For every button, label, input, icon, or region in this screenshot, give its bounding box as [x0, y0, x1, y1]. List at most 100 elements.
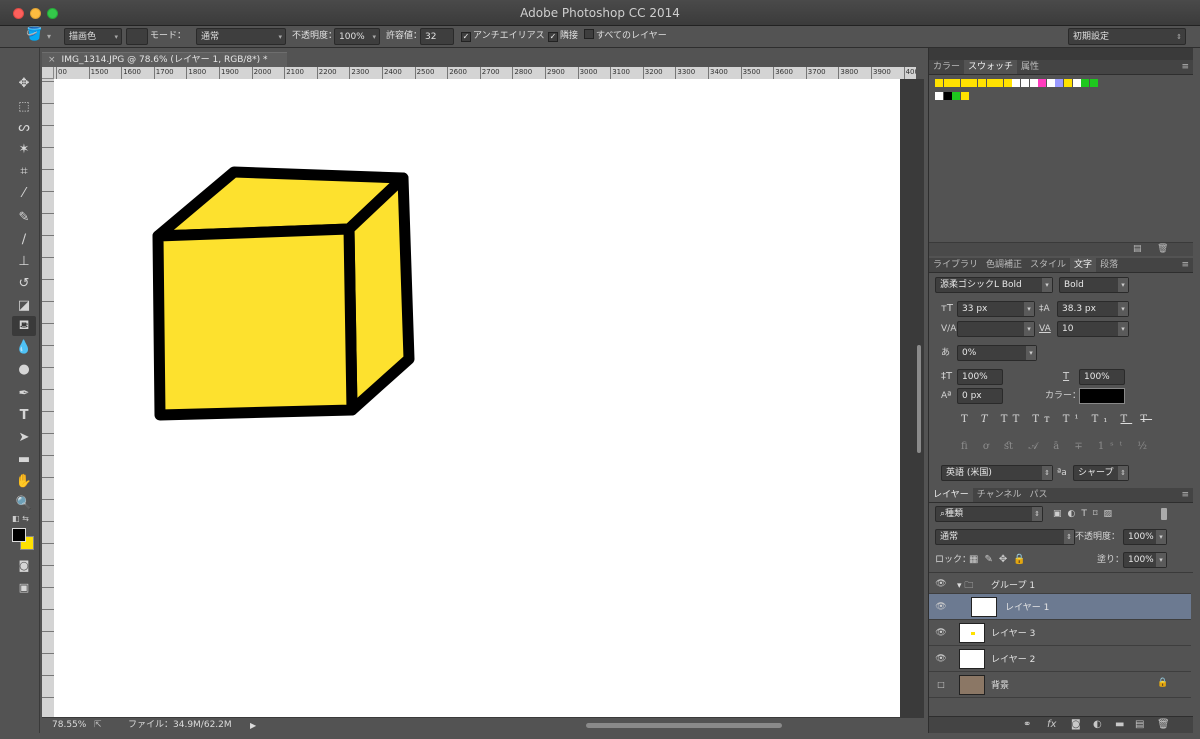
color-swatch[interactable]: [952, 79, 961, 87]
color-swatch[interactable]: [1029, 79, 1038, 87]
visibility-eye-icon[interactable]: 👁: [935, 627, 947, 639]
ruler-origin[interactable]: [42, 67, 54, 79]
link-layers-icon[interactable]: ⚭: [1023, 719, 1031, 730]
marquee-tool-icon[interactable]: ⬚: [12, 96, 36, 116]
visibility-eye-icon[interactable]: 👁: [935, 653, 947, 665]
foreground-color-swatch[interactable]: [12, 528, 26, 542]
color-swatch[interactable]: [1072, 79, 1081, 87]
opentype-feature-buttons[interactable]: ﬁ ơ ﬆ 𝒜 ā ∓ 1ˢᵗ ½: [961, 439, 1153, 455]
tracking-field[interactable]: 10 ▾: [1057, 321, 1129, 337]
color-swatch[interactable]: [1003, 79, 1012, 87]
tab-channels[interactable]: チャンネル: [973, 488, 1026, 502]
rectangle-tool-icon[interactable]: ▬: [12, 450, 36, 470]
layer-style-icon[interactable]: fx: [1047, 719, 1056, 730]
tab-character[interactable]: 文字: [1070, 258, 1097, 272]
layer-opacity-field[interactable]: 100% ▾: [1123, 529, 1167, 545]
tsume-field[interactable]: 0% ▾: [957, 345, 1037, 361]
tab-paths[interactable]: パス: [1025, 488, 1051, 502]
adjustment-layer-icon[interactable]: ◐: [1093, 719, 1102, 730]
kerning-field[interactable]: ▾: [957, 321, 1035, 337]
mode-select[interactable]: 通常 ▾: [196, 28, 286, 45]
color-swatch[interactable]: [1081, 79, 1090, 87]
color-swatch[interactable]: [978, 79, 986, 87]
fill-source-select[interactable]: 描画色 ▾: [64, 28, 122, 45]
color-swatch[interactable]: [1046, 79, 1055, 87]
new-swatch-icon[interactable]: ▤: [1133, 244, 1142, 254]
blend-mode-select[interactable]: 通常 ⇕: [935, 529, 1075, 545]
color-swatch[interactable]: [943, 79, 952, 87]
share-icon[interactable]: ⇱: [94, 718, 102, 733]
tab-layers[interactable]: レイヤー: [929, 488, 973, 502]
color-swatch[interactable]: [1089, 79, 1098, 87]
document-tab[interactable]: × IMG_1314.JPG @ 78.6% (レイヤー 1, RGB/8*) *: [42, 52, 287, 67]
color-swatch[interactable]: [1038, 79, 1047, 87]
font-family-select[interactable]: 源柔ゴシックL Bold ▾: [935, 277, 1053, 293]
color-swatch[interactable]: [935, 79, 943, 87]
antialias-checkbox[interactable]: ✓ アンチエイリアス: [461, 28, 545, 45]
antialias-method-select[interactable]: シャープ ⇕: [1073, 465, 1129, 481]
leading-field[interactable]: 38.3 px ▾: [1057, 301, 1129, 317]
type-tool-icon[interactable]: T: [12, 406, 36, 426]
color-swatch[interactable]: [969, 79, 978, 87]
image-canvas[interactable]: [54, 79, 900, 717]
language-select[interactable]: 英語 (米国) ⇕: [941, 465, 1053, 481]
status-menu-arrow-icon[interactable]: ▶: [250, 718, 256, 733]
tab-swatches[interactable]: スウォッチ: [964, 60, 1018, 74]
visibility-off-box[interactable]: □: [935, 679, 947, 691]
color-swatch[interactable]: [960, 92, 969, 100]
horizontal-scroll-thumb[interactable]: [586, 723, 782, 728]
visibility-eye-icon[interactable]: 👁: [935, 601, 947, 613]
screen-mode-icon[interactable]: ▣: [12, 578, 36, 598]
eyedropper-tool-icon[interactable]: ⁄: [12, 184, 36, 204]
contiguous-checkbox[interactable]: ✓ 隣接: [548, 28, 578, 45]
horizontal-scale-field[interactable]: 100%: [1079, 369, 1125, 385]
color-swatch[interactable]: [943, 92, 952, 100]
magic-wand-tool-icon[interactable]: ✶: [12, 140, 36, 160]
lasso-tool-icon[interactable]: ᔕ: [12, 118, 36, 138]
layer-row-layer-2[interactable]: 👁 レイヤー 2: [929, 646, 1191, 672]
zoom-level[interactable]: 78.55%: [52, 718, 86, 733]
clone-stamp-tool-icon[interactable]: ⊥: [12, 252, 36, 272]
layer-row-background[interactable]: □ 背景 🔒: [929, 672, 1191, 698]
color-swatch[interactable]: [1064, 79, 1072, 87]
brush-tool-icon[interactable]: ∕: [12, 230, 36, 250]
tab-color[interactable]: カラー: [929, 60, 964, 74]
quick-mask-icon[interactable]: ◙: [12, 556, 36, 576]
font-style-select[interactable]: Bold ▾: [1059, 277, 1129, 293]
font-size-field[interactable]: 33 px ▾: [957, 301, 1035, 317]
color-swatch[interactable]: [1012, 79, 1021, 87]
panel-menu-icon[interactable]: ≡: [1181, 60, 1189, 74]
color-swatch[interactable]: [995, 79, 1004, 87]
color-swatch[interactable]: [1055, 79, 1064, 87]
color-swatch[interactable]: [986, 79, 995, 87]
trash-icon[interactable]: 🗑: [1157, 244, 1168, 254]
layer-row-layer-3[interactable]: 👁 レイヤー 3: [929, 620, 1191, 646]
fill-field[interactable]: 100% ▾: [1123, 552, 1167, 568]
tab-styles[interactable]: スタイル: [1026, 258, 1070, 272]
trash-icon[interactable]: 🗑: [1157, 719, 1170, 730]
color-swatch[interactable]: [952, 92, 961, 100]
folder-icon[interactable]: ▾ 🗀: [957, 578, 973, 594]
visibility-eye-icon[interactable]: 👁: [935, 578, 947, 590]
pattern-picker[interactable]: [126, 28, 148, 45]
healing-brush-tool-icon[interactable]: ✎: [12, 208, 36, 228]
layer-filter-icons[interactable]: ▣◐T⌑▨: [1053, 506, 1118, 522]
layer-filter-select[interactable]: ⌕種類 ⇕: [935, 506, 1043, 522]
history-brush-tool-icon[interactable]: ↺: [12, 274, 36, 294]
color-swatch[interactable]: [1021, 79, 1029, 87]
close-tab-icon[interactable]: ×: [48, 55, 56, 65]
paint-bucket-tool-icon[interactable]: ⛾: [12, 316, 36, 336]
vertical-scrollbar[interactable]: [914, 79, 924, 717]
preset-chevron-icon[interactable]: ▾: [47, 28, 51, 45]
vertical-scale-field[interactable]: 100%: [957, 369, 1003, 385]
hand-tool-icon[interactable]: ✋: [12, 472, 36, 492]
tab-properties[interactable]: 属性: [1017, 60, 1043, 74]
layer-mask-icon[interactable]: ◙: [1071, 719, 1081, 730]
panel-menu-icon[interactable]: ≡: [1181, 258, 1189, 272]
paint-bucket-tool-preset-icon[interactable]: 🪣: [26, 26, 42, 43]
type-style-buttons[interactable]: T T TT Tт T¹ T₁ T T: [961, 412, 1152, 428]
color-swatch[interactable]: [935, 92, 943, 100]
new-layer-icon[interactable]: ▤: [1135, 719, 1144, 730]
zoom-tool-icon[interactable]: 🔍: [12, 494, 36, 514]
all-layers-checkbox[interactable]: すべてのレイヤー: [584, 28, 667, 45]
